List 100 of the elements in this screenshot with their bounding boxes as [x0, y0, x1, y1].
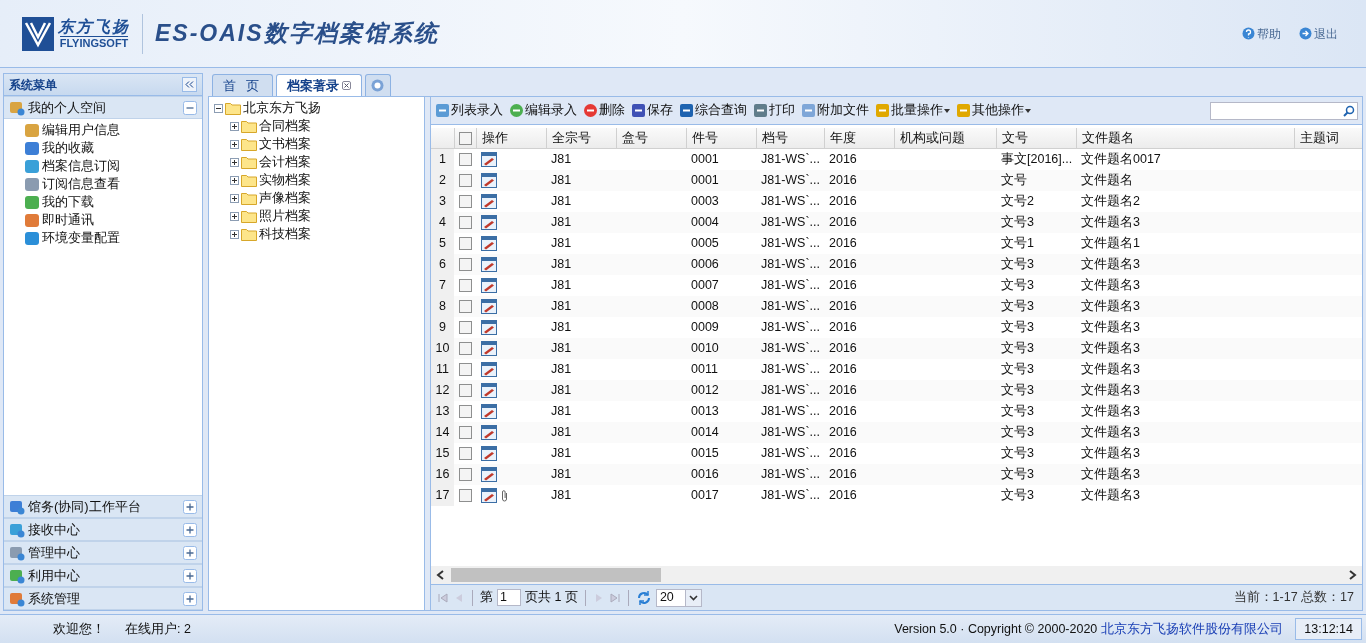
menu-item[interactable]: 编辑用户信息 — [24, 121, 202, 139]
refresh-icon[interactable] — [635, 589, 652, 606]
select-all-checkbox[interactable] — [459, 131, 472, 145]
exit-link[interactable]: 退出 — [1299, 24, 1338, 43]
tree-node[interactable]: 科技档案 — [214, 225, 424, 243]
edit-icon[interactable] — [481, 173, 497, 188]
edit-icon[interactable] — [481, 152, 497, 167]
column-header[interactable]: 件号 — [686, 128, 756, 148]
expand-icon[interactable] — [230, 193, 239, 203]
row-checkbox[interactable] — [458, 384, 472, 397]
column-header[interactable]: 主题词 — [1294, 128, 1362, 148]
row-checkbox[interactable] — [458, 237, 472, 250]
edit-icon[interactable] — [481, 404, 497, 419]
tree-node[interactable]: 实物档案 — [214, 171, 424, 189]
last-page-icon[interactable] — [608, 591, 621, 604]
toolbar-button[interactable]: 附加文件 — [801, 101, 869, 120]
menu-item[interactable]: 订阅信息查看 — [24, 175, 202, 193]
expand-icon[interactable] — [230, 175, 239, 185]
column-header[interactable]: 年度 — [824, 128, 894, 148]
column-header[interactable]: 操作 — [476, 128, 546, 148]
row-checkbox[interactable] — [458, 489, 472, 502]
edit-icon[interactable] — [481, 383, 497, 398]
row-checkbox[interactable] — [458, 426, 472, 439]
tree-node[interactable]: 会计档案 — [214, 153, 424, 171]
toolbar-button[interactable]: 综合查询 — [679, 101, 747, 120]
menu-group-header[interactable]: 馆务(协同)工作平台 — [4, 495, 202, 518]
row-checkbox[interactable] — [458, 342, 472, 355]
page-size-select[interactable]: 20 — [655, 588, 702, 607]
tree-node[interactable]: 合同档案 — [214, 117, 424, 135]
expand-icon[interactable] — [230, 211, 239, 221]
edit-icon[interactable] — [481, 278, 497, 293]
row-checkbox[interactable] — [458, 363, 472, 376]
expand-icon[interactable] — [230, 121, 239, 131]
tab[interactable]: 档案著录 — [275, 74, 362, 96]
row-checkbox[interactable] — [458, 216, 472, 229]
edit-icon[interactable] — [481, 215, 497, 230]
edit-icon[interactable] — [481, 341, 497, 356]
collapse-icon[interactable] — [214, 103, 223, 113]
expand-icon[interactable] — [230, 157, 239, 167]
row-checkbox[interactable] — [458, 468, 472, 481]
tree-node[interactable]: 文书档案 — [214, 135, 424, 153]
menu-item[interactable]: 我的下载 — [24, 193, 202, 211]
first-page-icon[interactable] — [437, 591, 449, 604]
edit-icon[interactable] — [481, 425, 497, 440]
row-checkbox[interactable] — [458, 321, 472, 334]
paperclip-icon[interactable] — [501, 489, 508, 502]
collapse-button[interactable] — [182, 77, 197, 92]
expand-icon[interactable] — [230, 139, 239, 149]
edit-icon[interactable] — [481, 257, 497, 272]
table-row[interactable]: 4 J81 0004 J81-WS`... 2016 文号3 文件题名3 — [431, 212, 1362, 233]
menu-group-header[interactable]: 系统管理 — [4, 587, 202, 610]
toolbar-button[interactable]: 其他操作 — [956, 101, 1031, 120]
tree-node[interactable]: 北京东方飞扬 — [214, 99, 424, 117]
table-row[interactable]: 2 J81 0001 J81-WS`... 2016 文号 文件题名 — [431, 170, 1362, 191]
page-input[interactable]: 1 — [497, 589, 521, 606]
help-link[interactable]: 帮助 — [1242, 24, 1281, 43]
expand-icon[interactable] — [230, 229, 239, 239]
column-header[interactable]: 档号 — [756, 128, 824, 148]
toolbar-button[interactable]: 删除 — [583, 101, 625, 120]
table-row[interactable]: 10 J81 0010 J81-WS`... 2016 文号3 文件题名3 — [431, 338, 1362, 359]
table-row[interactable]: 6 J81 0006 J81-WS`... 2016 文号3 文件题名3 — [431, 254, 1362, 275]
column-header[interactable]: 文号 — [996, 128, 1076, 148]
toolbar-button[interactable]: 编辑录入 — [509, 101, 577, 120]
column-header[interactable]: 盒号 — [616, 128, 686, 148]
edit-icon[interactable] — [481, 488, 497, 503]
menu-item[interactable]: 即时通讯 — [24, 211, 202, 229]
tab[interactable]: 首 页 — [212, 74, 273, 96]
row-checkbox[interactable] — [458, 153, 472, 166]
menu-group-header[interactable]: 接收中心 — [4, 518, 202, 541]
menu-group-header[interactable]: 我的个人空间 — [4, 96, 202, 119]
row-checkbox[interactable] — [458, 174, 472, 187]
table-row[interactable]: 12 J81 0012 J81-WS`... 2016 文号3 文件题名3 — [431, 380, 1362, 401]
edit-icon[interactable] — [481, 320, 497, 335]
edit-icon[interactable] — [481, 194, 497, 209]
column-header[interactable]: 全宗号 — [546, 128, 616, 148]
toolbar-button[interactable]: 批量操作 — [875, 101, 950, 120]
search-icon[interactable] — [1343, 104, 1355, 117]
menu-group-header[interactable]: 管理中心 — [4, 541, 202, 564]
menu-item[interactable]: 环境变量配置 — [24, 229, 202, 247]
row-checkbox[interactable] — [458, 258, 472, 271]
company-link[interactable]: 北京东方飞扬软件股份有限公司 — [1101, 619, 1284, 639]
table-row[interactable]: 8 J81 0008 J81-WS`... 2016 文号3 文件题名3 — [431, 296, 1362, 317]
toolbar-button[interactable]: 打印 — [753, 101, 795, 120]
edit-icon[interactable] — [481, 446, 497, 461]
table-row[interactable]: 14 J81 0014 J81-WS`... 2016 文号3 文件题名3 — [431, 422, 1362, 443]
edit-icon[interactable] — [481, 299, 497, 314]
row-checkbox[interactable] — [458, 195, 472, 208]
column-header[interactable]: 文件题名 — [1076, 128, 1294, 148]
menu-group-header[interactable]: 利用中心 — [4, 564, 202, 587]
tree-node[interactable]: 照片档案 — [214, 207, 424, 225]
edit-icon[interactable] — [481, 467, 497, 482]
table-row[interactable]: 16 J81 0016 J81-WS`... 2016 文号3 文件题名3 — [431, 464, 1362, 485]
row-checkbox[interactable] — [458, 447, 472, 460]
edit-icon[interactable] — [481, 236, 497, 251]
menu-item[interactable]: 档案信息订阅 — [24, 157, 202, 175]
row-checkbox[interactable] — [458, 279, 472, 292]
row-checkbox[interactable] — [458, 300, 472, 313]
search-field[interactable] — [1210, 101, 1358, 120]
horizontal-scrollbar[interactable] — [431, 566, 1362, 584]
edit-icon[interactable] — [481, 362, 497, 377]
